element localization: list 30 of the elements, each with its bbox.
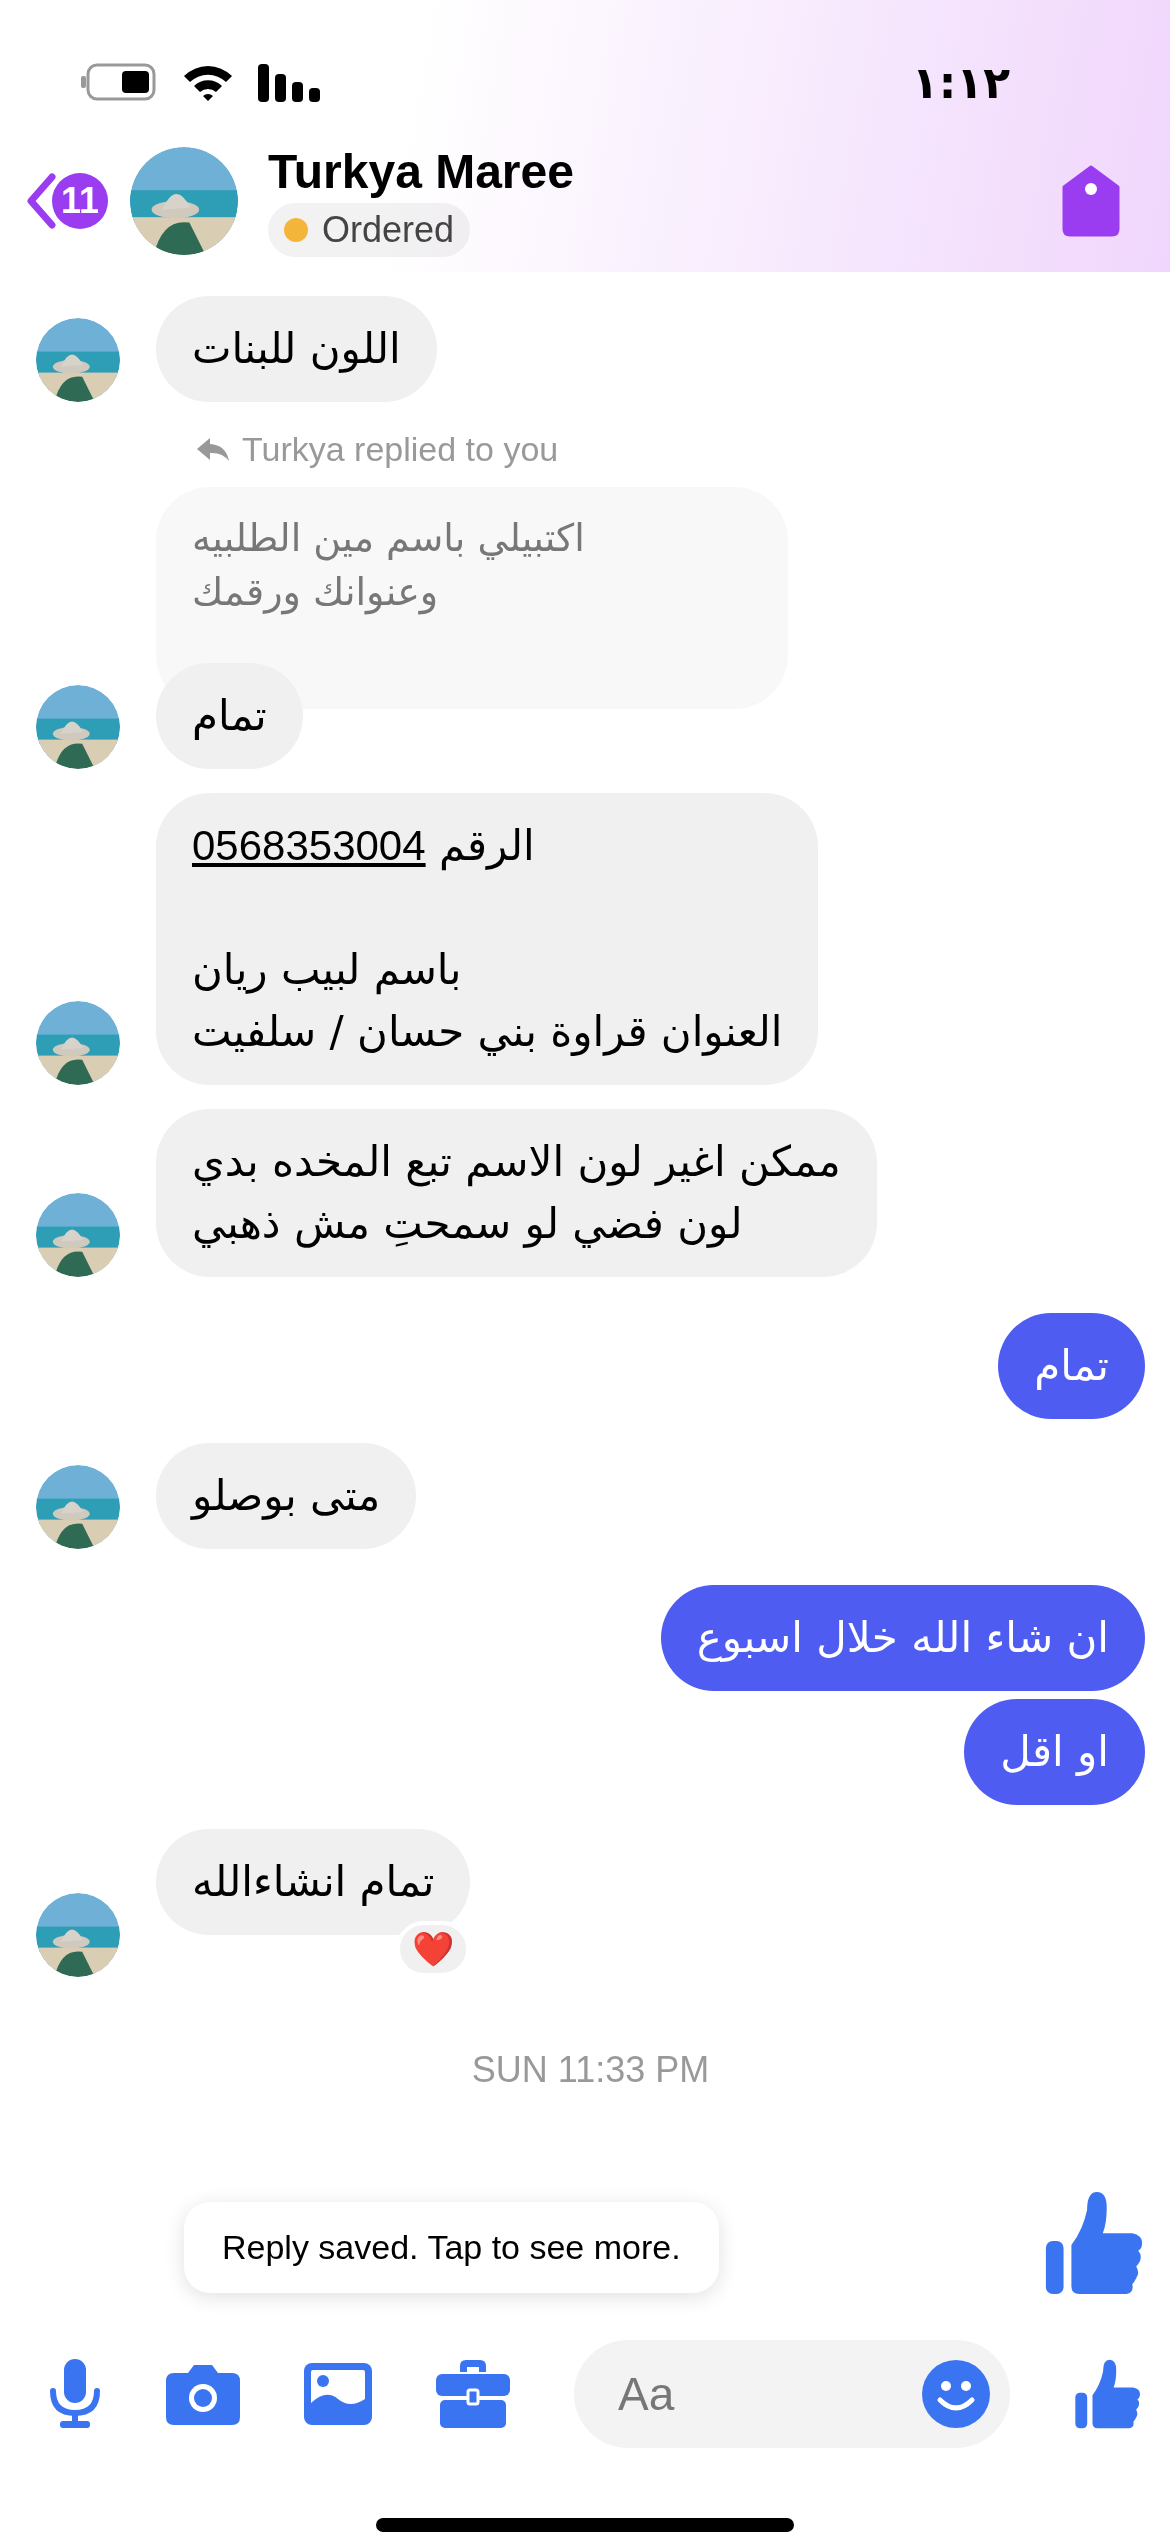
- unread-count-badge: 11: [52, 172, 108, 229]
- back-chevron-icon: [26, 172, 56, 229]
- message-text: باسم لبيب ريان العنوان قراوة بني حسان / سلفيت: [192, 944, 783, 1058]
- microphone-icon[interactable]: [48, 2359, 102, 2429]
- clock-time: ١:١٢: [911, 56, 1010, 108]
- camera-icon[interactable]: [166, 2363, 240, 2425]
- image-icon[interactable]: [304, 2363, 372, 2425]
- phone-label: الرقم: [438, 821, 535, 870]
- status-tag[interactable]: Ordered: [268, 203, 471, 257]
- timestamp: SUN 11:33 PM: [470, 2049, 711, 2091]
- message-bubble[interactable]: تمام: [998, 1313, 1145, 1419]
- tooltip[interactable]: Reply saved. Tap to see more.: [184, 2202, 719, 2293]
- message-field[interactable]: Aa: [574, 2340, 1010, 2448]
- briefcase-icon[interactable]: [436, 2360, 510, 2428]
- emoji-icon[interactable]: [922, 2360, 990, 2428]
- reply-arrow-icon: [196, 436, 230, 463]
- reply-label: Turkya replied to you: [196, 430, 559, 469]
- signal-icon: [258, 62, 320, 102]
- phone-link[interactable]: 0568353004: [192, 822, 426, 869]
- message-bubble[interactable]: اللون للبنات: [156, 296, 437, 402]
- message-bubble[interactable]: او اقل: [964, 1699, 1145, 1805]
- tag-icon[interactable]: [1062, 164, 1120, 237]
- battery-icon: [80, 62, 158, 102]
- message-bubble[interactable]: ممكن اغير لون الاسم تبع المخده بدي لون فضي لو سمحتِ مش ذهبي: [156, 1109, 877, 1277]
- message-bubble[interactable]: متى بوصلو: [156, 1443, 417, 1549]
- contact-name: Turkya Maree: [268, 144, 574, 199]
- message-bubble[interactable]: تمام: [156, 663, 303, 769]
- back-button[interactable]: 11: [26, 172, 108, 229]
- thumbs-up-icon[interactable]: [1074, 2358, 1140, 2430]
- message-bubble[interactable]: ان شاء الله خلال اسبوع: [660, 1585, 1145, 1691]
